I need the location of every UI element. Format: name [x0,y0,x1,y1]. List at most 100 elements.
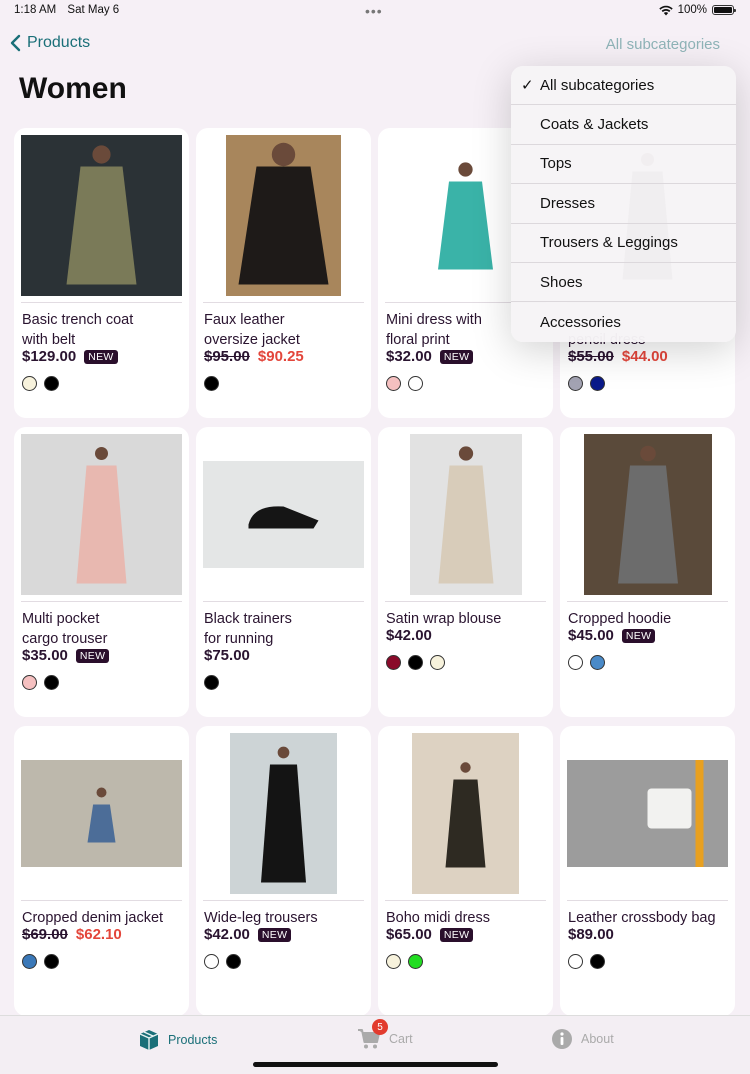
color-swatch[interactable] [590,655,605,670]
color-swatch[interactable] [226,954,241,969]
product-price: $45.00 [568,627,614,644]
product-name: Leather crossbody bag [568,910,716,926]
boho-dress-photo [412,733,519,894]
dropdown-item[interactable]: ✓ All subcategories [511,66,736,106]
trainers-photo [203,461,364,568]
satin-blouse-photo [409,434,522,595]
product-image[interactable] [203,434,364,595]
color-swatch[interactable] [22,954,37,969]
color-swatch[interactable] [44,954,59,969]
product-card[interactable]: Cropped hoodie $45.00 NEW [560,427,735,717]
battery-percentage: 100% [677,4,707,16]
product-price: $35.00 [22,647,68,664]
product-card[interactable]: Faux leather oversize jacket $95.00 $90.25 [196,128,371,418]
color-swatch[interactable] [590,376,605,391]
dropdown-item-label: Tops [540,155,572,173]
tab-cart[interactable]: 5 Cart [357,1019,413,1050]
dropdown-item[interactable]: Tops [511,145,736,185]
color-swatch[interactable] [590,954,605,969]
hoodie-photo [583,434,712,595]
color-swatch[interactable] [386,954,401,969]
color-swatches [204,675,219,690]
product-image[interactable] [203,733,364,894]
product-image[interactable] [567,434,728,595]
price-row: $32.00 NEW [386,348,474,365]
product-name: Cropped hoodie [568,611,672,627]
color-swatch[interactable] [44,376,59,391]
sale-price: $62.10 [75,926,122,943]
original-price: $69.00 [22,926,68,943]
subcategory-menu-button[interactable]: All subcategories [606,36,720,53]
dropdown-item[interactable]: Trousers & Leggings [511,224,736,263]
product-image[interactable] [567,733,728,894]
product-image[interactable] [385,434,546,595]
color-swatch[interactable] [430,655,445,670]
product-image[interactable] [21,434,182,595]
cargo-trouser-photo [21,434,182,595]
color-swatch[interactable] [44,675,59,690]
new-badge: NEW [257,927,292,942]
color-swatch[interactable] [386,376,401,391]
original-price: $95.00 [204,348,250,365]
product-price: $75.00 [204,647,250,664]
dropdown-item[interactable]: Shoes [511,263,736,303]
dropdown-item[interactable]: Accessories [511,302,736,341]
dropdown-item-label: Dresses [540,194,596,212]
product-name: Boho midi dress [386,910,490,926]
color-swatches [22,376,59,391]
color-swatch[interactable] [22,376,37,391]
back-button-label: Products [27,34,91,51]
product-card[interactable]: Basic trench coat with belt $129.00 NEW [14,128,189,418]
trench-coat-photo [21,135,182,296]
card-divider [385,900,546,901]
price-row: $55.00 $44.00 [568,348,668,365]
color-swatches [204,954,241,969]
color-swatch[interactable] [204,675,219,690]
color-swatch[interactable] [204,954,219,969]
multitasking-dots-icon[interactable]: ••• [365,3,383,19]
product-card[interactable]: Cropped denim jacket $69.00 $62.10 [14,726,189,1016]
product-name: Satin wrap blouse [386,611,502,627]
color-swatches [568,954,605,969]
color-swatch[interactable] [568,376,583,391]
tab-products[interactable]: Products [138,1028,217,1052]
color-swatch[interactable] [22,675,37,690]
dropdown-item[interactable]: Coats & Jackets [511,105,736,145]
tab-about[interactable]: About [551,1028,614,1050]
home-indicator[interactable] [253,1062,498,1067]
card-divider [385,601,546,602]
tab-about-label: About [581,1032,614,1046]
floral-dress-photo [408,135,523,296]
sale-price: $44.00 [621,348,668,365]
dropdown-item-label: Accessories [540,313,621,331]
color-swatches [386,376,423,391]
product-card[interactable]: Multi pocket cargo trouser $35.00 NEW [14,427,189,717]
product-card[interactable]: Boho midi dress $65.00 NEW [378,726,553,1016]
product-image[interactable] [21,135,182,296]
price-row: $35.00 NEW [22,647,110,664]
product-card[interactable]: Wide-leg trousers $42.00 NEW [196,726,371,1016]
new-badge: NEW [621,628,656,643]
product-image[interactable] [203,135,364,296]
color-swatch[interactable] [408,655,423,670]
price-row: $42.00 [386,627,432,644]
product-card[interactable]: Black trainers for running $75.00 [196,427,371,717]
product-card[interactable]: Leather crossbody bag $89.00 [560,726,735,1016]
color-swatch[interactable] [408,954,423,969]
color-swatch[interactable] [204,376,219,391]
product-image[interactable] [21,733,182,894]
dropdown-item[interactable]: Dresses [511,184,736,224]
product-name: Cropped denim jacket [22,910,164,926]
color-swatch[interactable] [568,954,583,969]
price-row: $65.00 NEW [386,926,474,943]
color-swatch[interactable] [408,376,423,391]
color-swatch[interactable] [568,655,583,670]
back-button[interactable]: Products [10,34,90,52]
cart-count-badge: 5 [372,1019,388,1035]
color-swatch[interactable] [386,655,401,670]
product-image[interactable] [385,733,546,894]
status-time-date: 1:18 AM Sat May 6 [14,4,119,16]
color-swatches [204,376,219,391]
dropdown-item-label: Shoes [540,273,583,291]
product-card[interactable]: Satin wrap blouse $42.00 [378,427,553,717]
